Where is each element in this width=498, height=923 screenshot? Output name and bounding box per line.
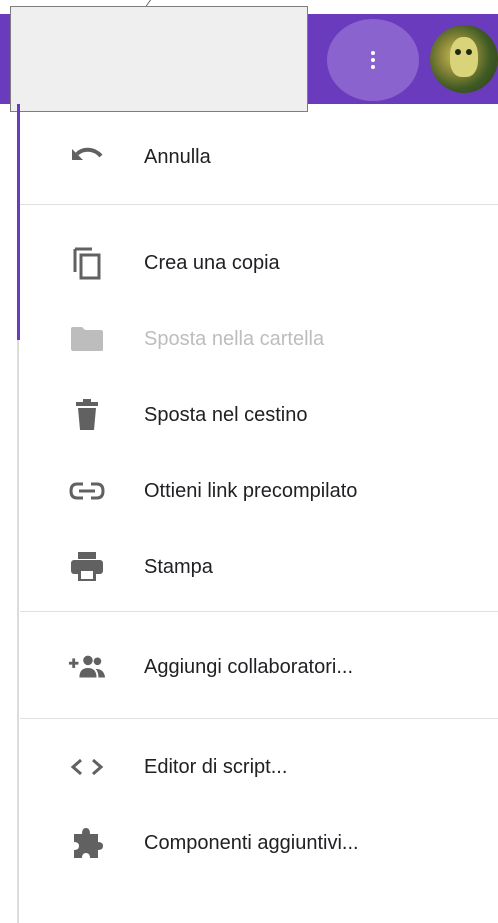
add-people-icon bbox=[68, 648, 106, 686]
left-border bbox=[17, 340, 19, 923]
folder-icon bbox=[68, 320, 106, 358]
overflow-menu: Annulla Crea una copia Sposta nella cart… bbox=[20, 122, 498, 881]
menu-item-label: Sposta nella cartella bbox=[144, 327, 325, 350]
trash-icon bbox=[68, 396, 106, 434]
menu-item-move-to-trash[interactable]: Sposta nel cestino bbox=[20, 377, 498, 453]
menu-divider bbox=[20, 611, 498, 612]
avatar[interactable] bbox=[430, 25, 498, 93]
menu-item-move-to-folder: Sposta nella cartella bbox=[20, 301, 498, 377]
tooltip-box bbox=[10, 6, 308, 112]
menu-item-label: Sposta nel cestino bbox=[144, 403, 308, 426]
menu-item-label: Stampa bbox=[144, 555, 213, 578]
menu-item-label: Aggiungi collaboratori... bbox=[144, 655, 354, 678]
menu-item-label: Componenti aggiuntivi... bbox=[144, 831, 359, 854]
menu-item-label: Editor di script... bbox=[144, 755, 288, 778]
more-vert-icon bbox=[371, 51, 375, 69]
menu-item-label: Ottieni link precompilato bbox=[144, 479, 358, 502]
menu-item-label: Annulla bbox=[144, 145, 211, 168]
menu-divider bbox=[20, 204, 498, 205]
menu-item-add-ons[interactable]: Componenti aggiuntivi... bbox=[20, 805, 498, 881]
code-icon bbox=[68, 748, 106, 786]
print-icon bbox=[68, 548, 106, 586]
copy-icon bbox=[68, 244, 106, 282]
link-icon bbox=[68, 472, 106, 510]
menu-item-add-collaborators[interactable]: Aggiungi collaboratori... bbox=[20, 622, 498, 712]
more-options-button[interactable] bbox=[327, 19, 419, 101]
menu-item-undo[interactable]: Annulla bbox=[20, 122, 498, 192]
menu-item-label: Crea una copia bbox=[144, 251, 280, 274]
undo-icon bbox=[68, 138, 106, 176]
menu-divider bbox=[20, 718, 498, 719]
menu-item-print[interactable]: Stampa bbox=[20, 529, 498, 605]
page: Annulla Crea una copia Sposta nella cart… bbox=[0, 0, 498, 923]
menu-item-get-prefilled-link[interactable]: Ottieni link precompilato bbox=[20, 453, 498, 529]
puzzle-icon bbox=[68, 824, 106, 862]
menu-item-make-copy[interactable]: Crea una copia bbox=[20, 225, 498, 301]
menu-item-script-editor[interactable]: Editor di script... bbox=[20, 729, 498, 805]
